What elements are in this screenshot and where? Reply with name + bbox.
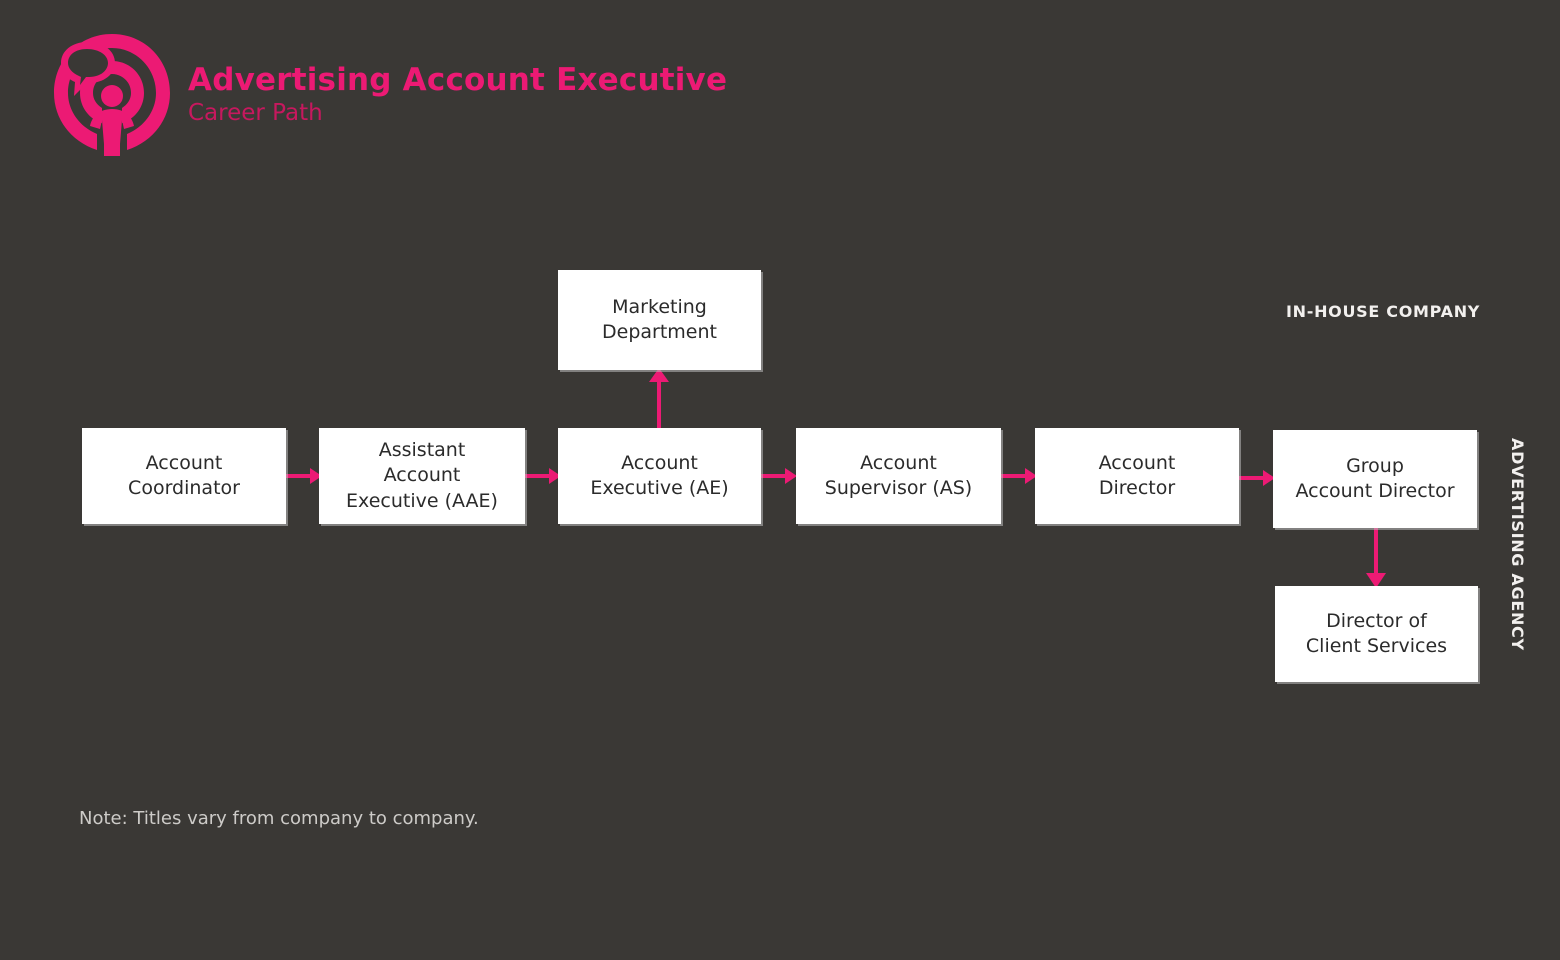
node-label: Account Executive (AE)	[590, 451, 729, 499]
node-label: Marketing Department	[602, 295, 717, 343]
node-marketing-department[interactable]: Marketing Department	[558, 270, 761, 370]
arrow-ae-to-marketing-department	[649, 368, 669, 430]
arrow-ae-to-supervisor	[761, 468, 797, 484]
footnote-note: Note: Titles vary from company to compan…	[79, 808, 479, 829]
node-director-of-client-services[interactable]: Director of Client Services	[1275, 586, 1478, 682]
node-account-director[interactable]: Account Director	[1035, 428, 1239, 524]
node-account-coordinator[interactable]: Account Coordinator	[82, 428, 286, 524]
node-label: Account Director	[1098, 451, 1176, 499]
node-account-executive[interactable]: Account Executive (AE)	[558, 428, 761, 524]
node-label: Assistant Account Executive (AAE)	[346, 439, 498, 512]
arrow-supervisor-to-director	[1001, 468, 1037, 484]
node-label: Group Account Director	[1295, 454, 1455, 502]
arrow-aae-to-ae	[525, 468, 561, 484]
arrow-director-to-group-director	[1239, 470, 1275, 486]
node-group-account-director[interactable]: Group Account Director	[1273, 430, 1477, 528]
node-assistant-account-executive[interactable]: Assistant Account Executive (AAE)	[319, 428, 525, 524]
node-label: Account Coordinator	[128, 451, 240, 499]
node-label: Account Supervisor (AS)	[824, 451, 973, 499]
arrow-group-director-to-client-services	[1366, 528, 1386, 588]
node-account-supervisor[interactable]: Account Supervisor (AS)	[796, 428, 1001, 524]
arrow-coordinator-to-aae	[286, 468, 322, 484]
region-label-in-house-company: IN-HOUSE COMPANY	[1286, 302, 1481, 321]
region-label-advertising-agency: ADVERTISING AGENCY	[1508, 438, 1527, 651]
node-label: Director of Client Services	[1305, 609, 1448, 657]
